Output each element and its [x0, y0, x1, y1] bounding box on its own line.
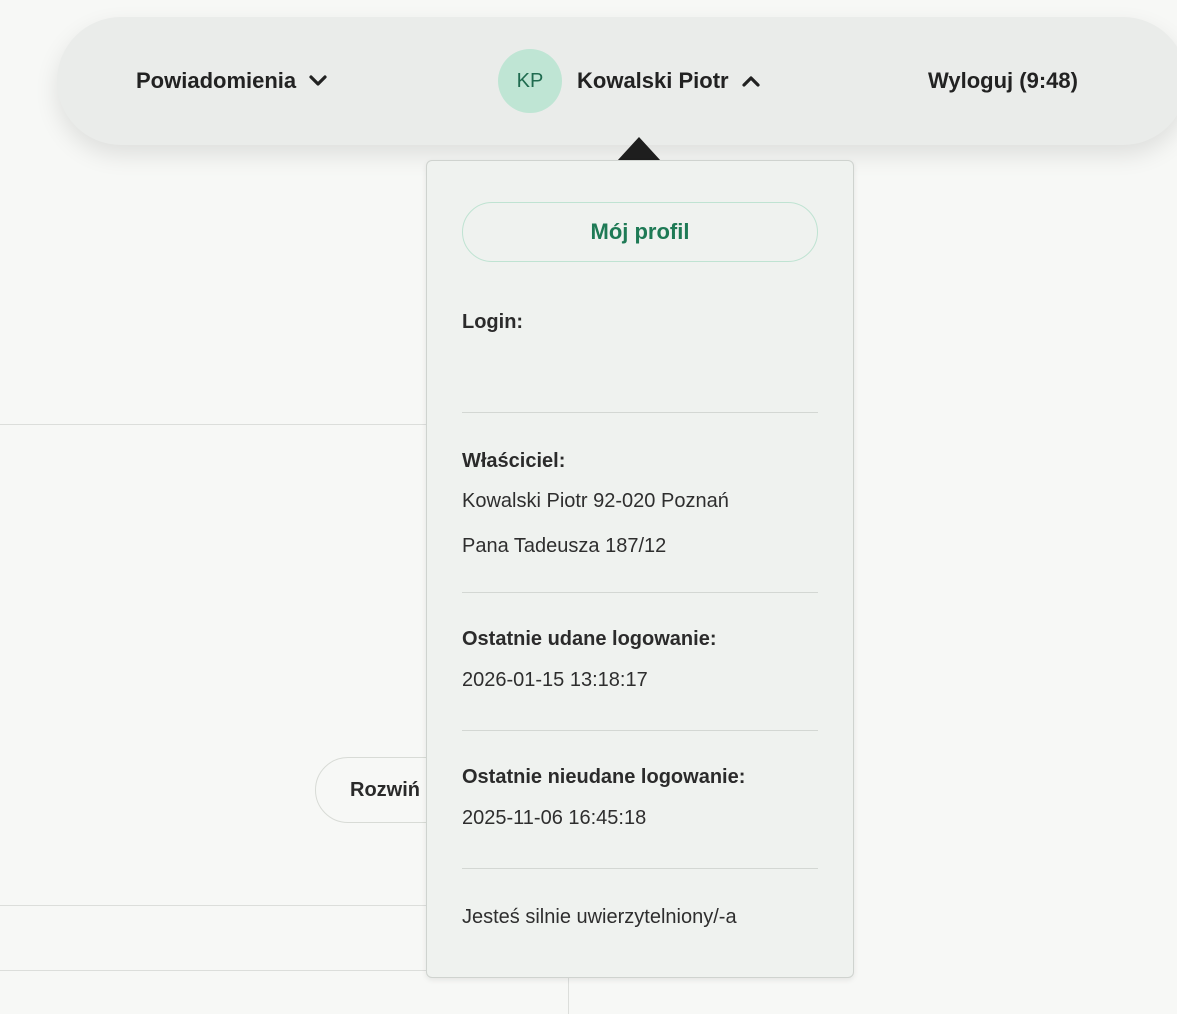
logout-label: Wyloguj (9:48) [928, 68, 1078, 93]
owner-label: Właściciel: [462, 450, 566, 472]
separator [462, 592, 818, 593]
content-column-border [568, 978, 569, 1014]
separator [462, 868, 818, 869]
user-menu-toggle[interactable]: KP Kowalski Piotr [498, 17, 761, 145]
last-failed-login-value: 2025-11-06 16:45:18 [462, 807, 647, 829]
separator [462, 412, 818, 413]
last-success-login-label: Ostatnie udane logowanie: [462, 628, 717, 650]
logout-button[interactable]: Wyloguj (9:48) [928, 17, 1078, 145]
notifications-label: Powiadomienia [136, 68, 297, 93]
auth-status-text: Jesteś silnie uwierzytelniony/-a [462, 906, 737, 928]
dropdown-caret [617, 137, 661, 161]
user-name: Kowalski Piotr [577, 68, 729, 93]
notifications-toggle[interactable]: Powiadomienia [136, 17, 328, 145]
chevron-down-icon [309, 75, 327, 86]
separator [462, 730, 818, 731]
top-navigation-bar: Powiadomienia KP Kowalski Piotr Wyloguj … [57, 17, 1177, 145]
my-profile-button[interactable]: Mój profil [462, 202, 818, 262]
avatar: KP [498, 49, 562, 113]
last-success-login-value: 2026-01-15 13:18:17 [462, 669, 648, 691]
content-divider-top [0, 424, 440, 425]
owner-address-line2: Pana Tadeusza 187/12 [462, 535, 667, 557]
avatar-initials: KP [516, 69, 544, 92]
login-label: Login: [462, 311, 524, 333]
chevron-up-icon [741, 76, 760, 87]
owner-address-line1: Kowalski Piotr 92-020 Poznań [462, 490, 729, 512]
user-menu-dropdown: Mój profil Login: Właściciel: Kowalski P… [426, 160, 854, 978]
last-failed-login-label: Ostatnie nieudane logowanie: [462, 766, 746, 788]
content-divider-middle [0, 905, 440, 906]
